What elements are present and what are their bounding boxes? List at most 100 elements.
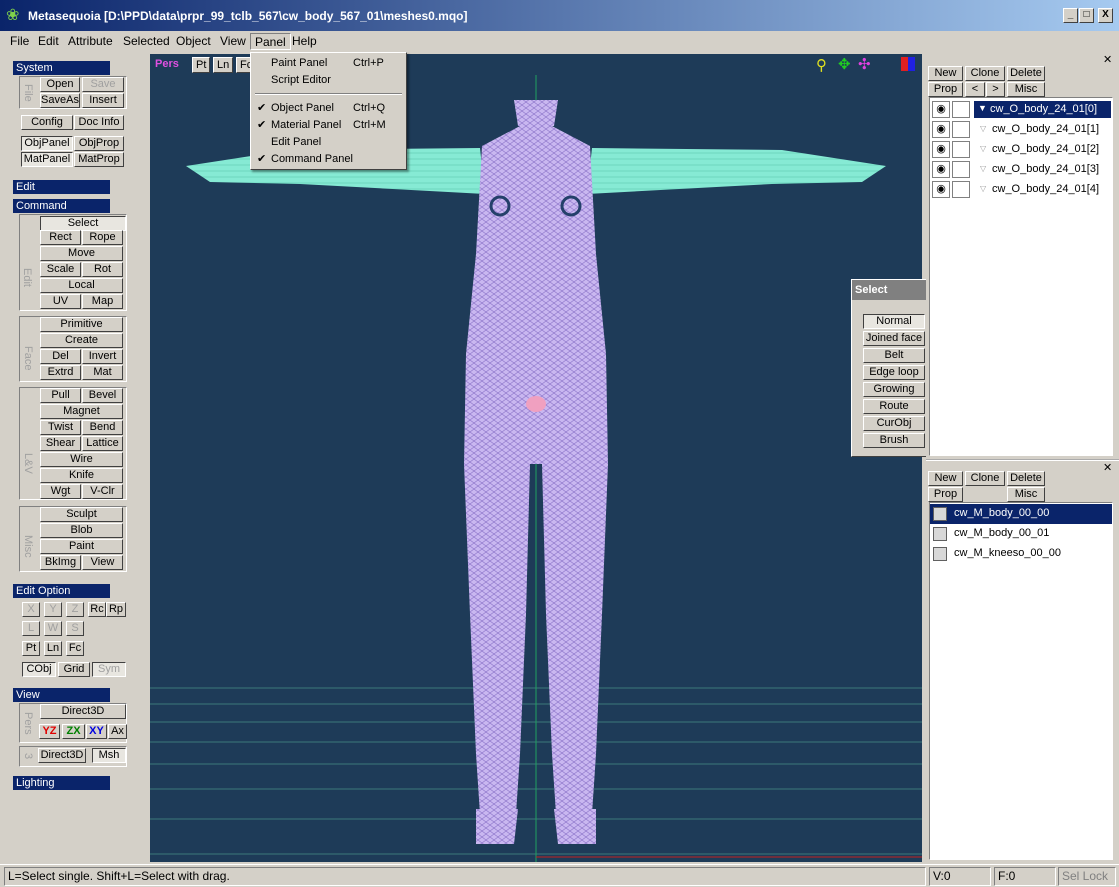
- saveas-button[interactable]: SaveAs: [40, 93, 80, 108]
- menu-object[interactable]: Object: [172, 33, 215, 50]
- select-brush[interactable]: Brush: [863, 433, 925, 448]
- object-delete-button[interactable]: Delete: [1007, 66, 1045, 81]
- primitive-button[interactable]: Primitive: [40, 317, 123, 332]
- minimize-button[interactable]: _: [1063, 8, 1078, 23]
- object-new-button[interactable]: New: [928, 66, 963, 81]
- invert-button[interactable]: Invert: [82, 349, 123, 364]
- bevel-button[interactable]: Bevel: [82, 388, 123, 403]
- material-new-button[interactable]: New: [928, 471, 963, 486]
- menu-object-panel[interactable]: ✔ Object Panel Ctrl+Q: [253, 100, 404, 117]
- select-growing[interactable]: Growing: [863, 382, 925, 397]
- close-icon[interactable]: ✕: [1103, 53, 1112, 66]
- select-curobj[interactable]: CurObj: [863, 416, 925, 431]
- material-delete-button[interactable]: Delete: [1007, 471, 1045, 486]
- object-prop-button[interactable]: Prop: [928, 82, 963, 97]
- vclr-button[interactable]: V-Clr: [82, 484, 123, 499]
- create-button[interactable]: Create: [40, 333, 123, 348]
- mat-button[interactable]: Mat: [82, 365, 123, 380]
- axis-z-toggle[interactable]: Z: [66, 602, 84, 617]
- twist-button[interactable]: Twist: [40, 420, 81, 435]
- close-icon[interactable]: ✕: [1103, 461, 1112, 474]
- expand-triangle-icon[interactable]: ▼: [978, 103, 987, 113]
- magnet-button[interactable]: Magnet: [40, 404, 123, 419]
- matpanel-button[interactable]: MatPanel: [21, 152, 73, 167]
- menu-material-panel[interactable]: ✔ Material Panel Ctrl+M: [253, 117, 404, 134]
- sym-toggle[interactable]: Sym: [92, 662, 126, 677]
- move-button[interactable]: Move: [40, 246, 123, 261]
- select-edge-loop[interactable]: Edge loop: [863, 365, 925, 380]
- eye-icon[interactable]: ◉: [932, 161, 950, 178]
- rc-toggle[interactable]: Rc: [88, 602, 106, 617]
- material-row[interactable]: cw_M_body_00_00: [930, 504, 1112, 524]
- select-joined-face[interactable]: Joined face: [863, 331, 925, 346]
- material-row[interactable]: cw_M_kneeso_00_00: [930, 544, 1112, 564]
- menu-edit-panel[interactable]: Edit Panel: [253, 134, 404, 151]
- extrd-button[interactable]: Extrd: [40, 365, 81, 380]
- open-button[interactable]: Open: [40, 77, 80, 92]
- material-misc-button[interactable]: Misc: [1007, 487, 1045, 502]
- object-next-button[interactable]: >: [986, 82, 1005, 97]
- pull-button[interactable]: Pull: [40, 388, 81, 403]
- menu-edit[interactable]: Edit: [34, 33, 63, 50]
- maximize-button[interactable]: □: [1079, 8, 1094, 23]
- select-belt[interactable]: Belt: [863, 348, 925, 363]
- eye-icon[interactable]: ◉: [932, 181, 950, 198]
- yz-view-button[interactable]: YZ: [39, 724, 60, 739]
- lock-toggle[interactable]: [952, 161, 970, 178]
- menu-panel[interactable]: Panel: [250, 33, 291, 50]
- save-button[interactable]: Save: [82, 77, 124, 92]
- w-toggle[interactable]: W: [44, 621, 62, 636]
- object-row[interactable]: ◉ ▽ cw_O_body_24_01[3]: [930, 159, 1112, 179]
- knife-button[interactable]: Knife: [40, 468, 123, 483]
- lock-toggle[interactable]: [952, 141, 970, 158]
- lock-toggle[interactable]: [952, 181, 970, 198]
- lighting-section-header[interactable]: Lighting: [13, 776, 134, 790]
- object-clone-button[interactable]: Clone: [965, 66, 1005, 81]
- del-button[interactable]: Del: [40, 349, 81, 364]
- object-row[interactable]: ◉ ▽ cw_O_body_24_01[4]: [930, 179, 1112, 199]
- eye-icon[interactable]: ◉: [932, 101, 950, 118]
- object-row[interactable]: ◉ ▼ cw_O_body_24_01[0]: [930, 99, 1112, 119]
- cobj-toggle[interactable]: CObj: [22, 662, 56, 677]
- docinfo-button[interactable]: Doc Info: [74, 115, 124, 130]
- axis-x-toggle[interactable]: X: [22, 602, 40, 617]
- blob-button[interactable]: Blob: [40, 523, 123, 538]
- wgt-button[interactable]: Wgt: [40, 484, 81, 499]
- rot-button[interactable]: Rot: [82, 262, 123, 277]
- direct3d-top-button[interactable]: Direct3D: [40, 704, 126, 719]
- uv-button[interactable]: UV: [40, 294, 81, 309]
- menu-script-editor[interactable]: Script Editor: [253, 72, 404, 89]
- object-misc-button[interactable]: Misc: [1007, 82, 1045, 97]
- select-tool-button[interactable]: Select: [40, 216, 126, 231]
- view-tool-button[interactable]: View: [82, 555, 123, 570]
- wire-button[interactable]: Wire: [40, 452, 123, 467]
- menu-selected[interactable]: Selected: [119, 33, 174, 50]
- objprop-button[interactable]: ObjProp: [74, 136, 124, 151]
- grid-toggle[interactable]: Grid: [58, 662, 90, 677]
- pt-toggle[interactable]: Pt: [22, 641, 40, 656]
- direct3d-bottom-button[interactable]: Direct3D: [38, 748, 86, 763]
- l-toggle[interactable]: L: [22, 621, 40, 636]
- bend-button[interactable]: Bend: [82, 420, 123, 435]
- paint-button[interactable]: Paint: [40, 539, 123, 554]
- shear-button[interactable]: Shear: [40, 436, 81, 451]
- rect-button[interactable]: Rect: [40, 230, 81, 245]
- menu-paint-panel[interactable]: Paint Panel Ctrl+P: [253, 55, 404, 72]
- axis-y-toggle[interactable]: Y: [44, 602, 62, 617]
- rope-button[interactable]: Rope: [82, 230, 123, 245]
- ax-view-button[interactable]: Ax: [108, 724, 127, 739]
- menu-attribute[interactable]: Attribute: [64, 33, 117, 50]
- lattice-button[interactable]: Lattice: [82, 436, 123, 451]
- lock-toggle[interactable]: [952, 121, 970, 138]
- msh-toggle[interactable]: Msh: [92, 748, 126, 763]
- menu-view[interactable]: View: [216, 33, 250, 50]
- edit-option-header[interactable]: Edit Option: [13, 584, 134, 598]
- command-section-header[interactable]: Command: [13, 199, 134, 213]
- edit-section-header[interactable]: Edit: [13, 180, 134, 194]
- menu-file[interactable]: File: [6, 33, 33, 50]
- bkimg-button[interactable]: BkImg: [40, 555, 81, 570]
- close-button[interactable]: X: [1098, 8, 1113, 23]
- menu-command-panel[interactable]: ✔ Command Panel: [253, 151, 404, 168]
- eye-icon[interactable]: ◉: [932, 141, 950, 158]
- material-clone-button[interactable]: Clone: [965, 471, 1005, 486]
